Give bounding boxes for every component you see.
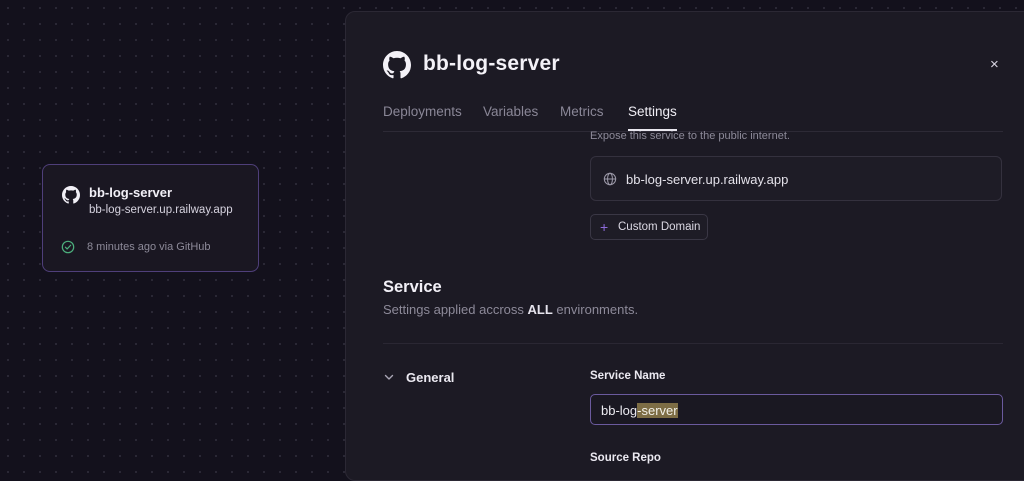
domain-row[interactable]: bb-log-server.up.railway.app xyxy=(590,156,1002,201)
github-icon xyxy=(62,186,80,204)
domain-link[interactable]: bb-log-server.up.railway.app xyxy=(626,172,788,187)
service-section-description: Settings applied accross ALL environment… xyxy=(383,302,639,317)
service-card[interactable]: bb-log-server bb-log-server.up.railway.a… xyxy=(42,164,259,272)
plus-icon: + xyxy=(600,219,609,235)
section-divider xyxy=(383,343,1003,344)
service-card-url[interactable]: bb-log-server.up.railway.app xyxy=(89,204,233,216)
tab-variables[interactable]: Variables xyxy=(483,104,538,119)
panel-title: bb-log-server xyxy=(423,52,560,75)
close-icon[interactable]: × xyxy=(990,56,999,73)
tab-metrics[interactable]: Metrics xyxy=(560,104,604,119)
chevron-down-icon[interactable] xyxy=(383,371,395,383)
service-name-input[interactable]: bb-log-server xyxy=(590,394,1003,425)
service-card-name: bb-log-server xyxy=(89,185,173,200)
general-section-toggle[interactable]: General xyxy=(406,370,454,385)
service-panel: bb-log-server × Deployments Variables Me… xyxy=(345,11,1024,481)
service-section-title: Service xyxy=(383,278,442,296)
globe-icon xyxy=(603,172,617,186)
check-circle-icon xyxy=(61,240,75,254)
custom-domain-label: Custom Domain xyxy=(618,221,701,233)
expose-description: Expose this service to the public intern… xyxy=(590,130,790,142)
source-repo-label: Source Repo xyxy=(590,452,661,464)
tab-deployments[interactable]: Deployments xyxy=(383,104,462,119)
deploy-status: 8 minutes ago via GitHub xyxy=(87,241,211,253)
github-icon xyxy=(383,51,411,79)
service-name-label: Service Name xyxy=(590,370,666,382)
tab-settings[interactable]: Settings xyxy=(628,104,677,131)
custom-domain-button[interactable]: + Custom Domain xyxy=(590,214,708,240)
